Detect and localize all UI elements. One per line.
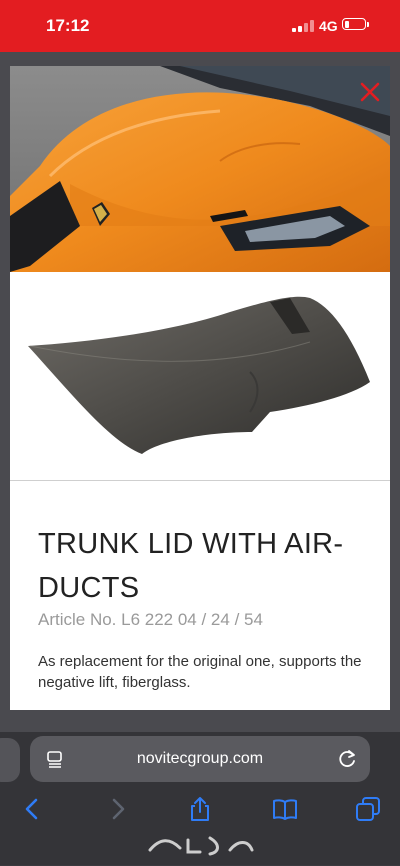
bookmarks-icon[interactable] — [272, 796, 298, 822]
watermark-logo — [130, 830, 270, 860]
battery-icon — [342, 18, 370, 32]
address-bar[interactable]: novitecgroup.com — [30, 736, 370, 782]
reload-icon[interactable] — [338, 749, 358, 769]
tabs-icon[interactable] — [355, 796, 381, 822]
share-icon[interactable] — [187, 796, 213, 822]
close-icon — [360, 82, 380, 102]
status-bar: 17:12 4G — [0, 0, 400, 52]
close-button[interactable] — [358, 80, 382, 104]
back-icon[interactable] — [20, 796, 46, 822]
product-description: As replacement for the original one, sup… — [38, 653, 362, 691]
product-title: TRUNK LID WITH AIR-DUCTS — [38, 528, 344, 604]
url-text: novitecgroup.com — [136, 750, 264, 767]
previous-tab-edge[interactable] — [0, 738, 20, 782]
signal-icon — [292, 20, 314, 32]
article-number: Article No. L6 222 04 / 24 / 54 — [38, 610, 263, 629]
product-modal: TRUNK LID WITH AIR-DUCTS Article No. L6 … — [10, 66, 390, 710]
trunk-lid-image — [10, 272, 390, 480]
car-hood-photo — [10, 66, 390, 272]
divider — [10, 480, 390, 481]
network-type: 4G — [319, 18, 338, 34]
forward-icon[interactable] — [104, 796, 130, 822]
status-time: 17:12 — [46, 16, 90, 35]
